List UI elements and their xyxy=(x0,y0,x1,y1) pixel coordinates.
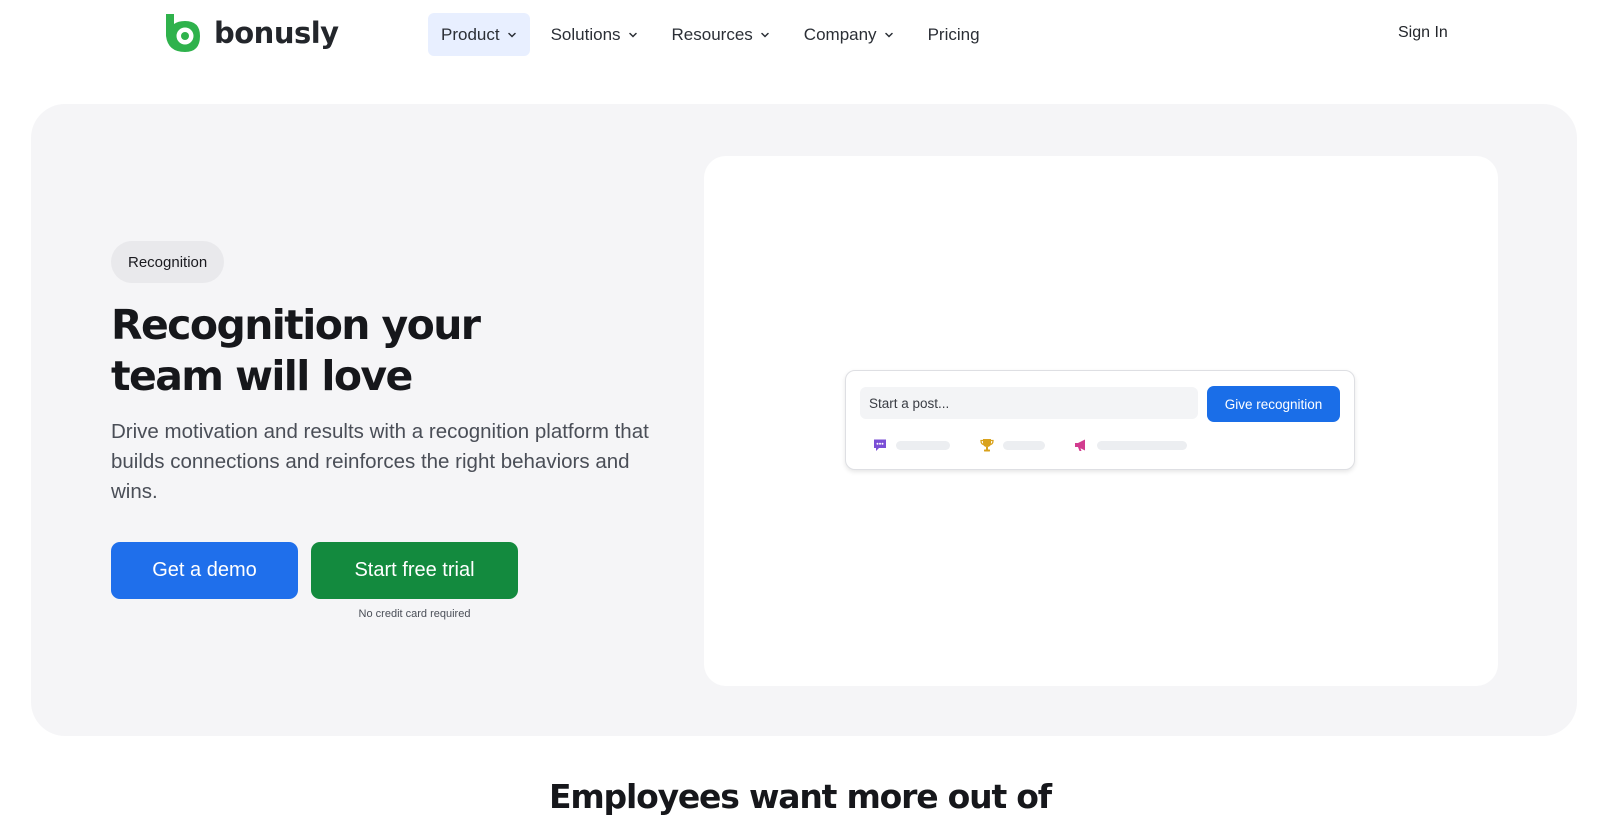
nav-pricing[interactable]: Pricing xyxy=(915,13,993,56)
chevron-down-icon xyxy=(761,32,769,38)
get-demo-button[interactable]: Get a demo xyxy=(111,542,298,599)
post-input[interactable] xyxy=(860,387,1198,419)
nav-product-label: Product xyxy=(441,24,500,44)
bonusly-logo-icon xyxy=(166,14,200,52)
hero-section: Recognition Recognition your team will l… xyxy=(31,104,1577,736)
nav-resources[interactable]: Resources xyxy=(659,13,783,56)
nav-solutions-label: Solutions xyxy=(550,24,621,44)
main-nav: Product Solutions Resources Company Pric… xyxy=(428,13,1001,56)
chevron-down-icon xyxy=(628,32,637,38)
placeholder-bar xyxy=(1097,440,1187,450)
post-composer: Give recognition xyxy=(845,370,1355,470)
trial-note: No credit card required xyxy=(358,608,471,620)
bonusly-logo[interactable]: bonusly xyxy=(160,10,339,56)
chevron-down-icon xyxy=(507,32,516,38)
placeholder-bar xyxy=(1003,440,1045,450)
megaphone-icon xyxy=(1075,439,1085,451)
product-preview-panel: Give recognition xyxy=(704,156,1498,686)
nav-solutions[interactable]: Solutions xyxy=(538,13,651,56)
announcement-action[interactable] xyxy=(1073,437,1187,453)
hero-headline: Recognition your team will love xyxy=(111,300,551,402)
start-free-trial-button[interactable]: Start free trial xyxy=(311,542,518,599)
site-header: bonusly Product Solutions Resources Comp… xyxy=(0,0,1600,68)
award-action[interactable] xyxy=(979,437,1045,453)
give-recognition-button[interactable]: Give recognition xyxy=(1207,386,1340,422)
category-pill: Recognition xyxy=(111,241,225,283)
section-title: Employees want more out of xyxy=(549,777,1052,816)
chat-action[interactable] xyxy=(872,437,950,453)
chat-icon xyxy=(874,439,886,451)
trophy-icon xyxy=(980,439,994,452)
headline-line-2: team will love xyxy=(111,352,413,400)
hero-subhead: Drive motivation and results with a reco… xyxy=(111,420,649,503)
placeholder-bar xyxy=(896,440,950,450)
chevron-down-icon xyxy=(884,32,893,38)
nav-resources-label: Resources xyxy=(671,24,753,44)
nav-product[interactable]: Product xyxy=(428,13,530,56)
headline-line-1: Recognition your xyxy=(111,301,481,349)
sign-in-link[interactable]: Sign In xyxy=(1398,24,1448,42)
logo-wordmark: bonusly xyxy=(214,16,339,50)
nav-company[interactable]: Company xyxy=(791,13,907,56)
nav-company-label: Company xyxy=(803,24,877,44)
nav-pricing-label: Pricing xyxy=(927,24,980,44)
